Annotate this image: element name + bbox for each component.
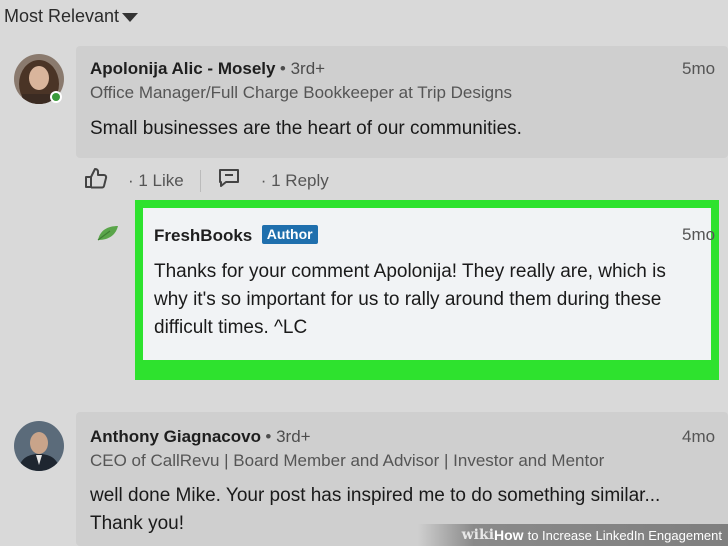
sort-label: Most Relevant [4, 6, 120, 26]
like-count[interactable]: · 1 Like [128, 171, 184, 191]
reply-icon[interactable] [217, 167, 241, 194]
highlighted-reply: FreshBooks Author 5mo Thanks for your co… [135, 200, 719, 380]
comment-text: Small businesses are the heart of our co… [90, 118, 522, 139]
reply-count[interactable]: · 1 Reply [261, 171, 329, 191]
commenter-headline: CEO of CallRevu | Board Member and Advis… [90, 451, 605, 470]
watermark-banner: wiki How to Increase LinkedIn Engagement [418, 524, 728, 546]
freshbooks-logo-icon[interactable] [96, 224, 120, 247]
watermark-title: to Increase LinkedIn Engagement [527, 527, 722, 543]
author-badge: Author [261, 225, 318, 244]
comment-bubble: Apolonija Alic - Mosely • 3rd+ 5mo Offic… [76, 46, 728, 158]
commenter-name[interactable]: Anthony Giagnacovo [90, 427, 261, 446]
commenter-headline: Office Manager/Full Charge Bookkeeper at… [90, 83, 513, 102]
like-icon[interactable] [84, 167, 108, 194]
reply-time: 5mo [682, 225, 716, 244]
reply-text: Thanks for your comment Apolonija! They … [154, 258, 666, 342]
connection-degree: • 3rd+ [279, 59, 326, 78]
comment-time: 5mo [682, 59, 716, 78]
comment-text-line: well done Mike. Your post has inspired m… [90, 485, 661, 506]
reply-author-name[interactable]: FreshBooks [154, 226, 252, 245]
comment-actions: · 1 Like · 1 Reply [84, 167, 329, 194]
online-status-icon [50, 91, 62, 103]
watermark-wiki: wiki [461, 527, 495, 543]
reply-bubble: FreshBooks Author 5mo Thanks for your co… [143, 208, 715, 360]
sort-dropdown[interactable]: Most Relevant [4, 6, 139, 27]
reply-text-line: difficult times. ^LC [154, 317, 308, 338]
caret-down-icon [122, 12, 139, 22]
avatar[interactable] [14, 421, 64, 471]
reply-text-line: why it's so important for us to rally ar… [154, 289, 662, 310]
watermark-how: How [494, 527, 524, 543]
commenter-name[interactable]: Apolonija Alic - Mosely [90, 59, 275, 78]
comment-time: 4mo [682, 427, 716, 446]
divider [199, 169, 201, 192]
connection-degree: • 3rd+ [265, 427, 311, 446]
reply-text-line: Thanks for your comment Apolonija! They … [154, 261, 666, 282]
